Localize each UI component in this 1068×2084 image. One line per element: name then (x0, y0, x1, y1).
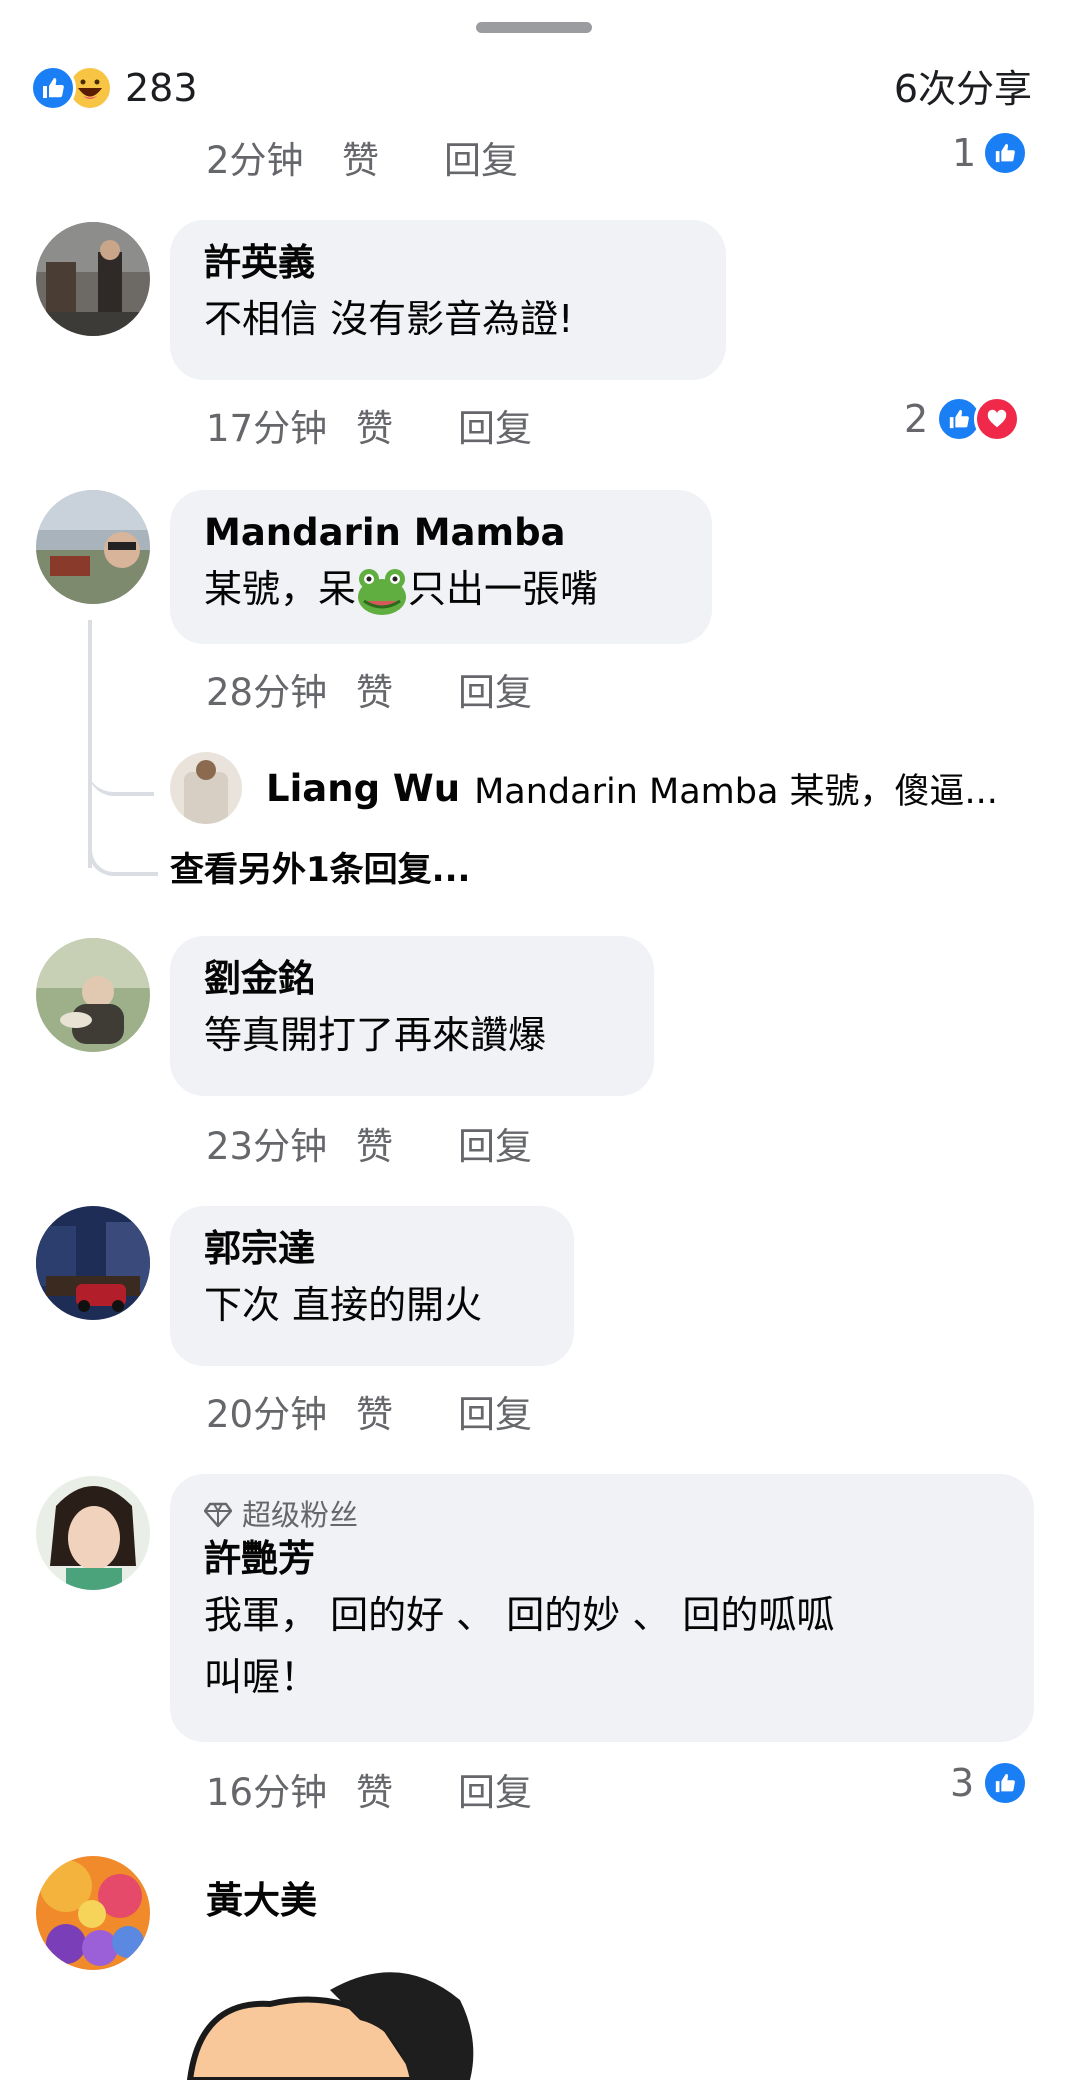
avatar[interactable] (170, 752, 242, 824)
view-more-replies[interactable]: 查看另外1条回复... (170, 842, 470, 891)
share-count[interactable]: 6次分享 (894, 58, 1032, 113)
sticker-image (180, 1960, 500, 2083)
like-button[interactable]: 赞 (356, 398, 458, 452)
comment-meta: 23分钟 赞 回复 (206, 1116, 532, 1170)
avatar[interactable] (36, 1476, 150, 1590)
like-button[interactable]: 赞 (356, 1762, 458, 1816)
drag-handle[interactable] (476, 22, 592, 33)
top-fan-badge: 超级粉丝 (204, 1496, 1000, 1534)
love-icon (974, 396, 1021, 442)
comment-time: 28分钟 (206, 671, 328, 714)
reply-preview[interactable]: Liang Wu Mandarin Mamba 某號，傻逼... (170, 752, 998, 824)
reply-button[interactable]: 回复 (444, 130, 518, 184)
comment-text: 不相信 沒有影音為證! (204, 297, 574, 341)
reply-snippet: Mandarin Mamba 某號，傻逼... (474, 771, 998, 812)
comment-text: 某號，呆 只出一張嘴 (204, 558, 678, 620)
like-icon (982, 1760, 1029, 1806)
comment-author[interactable]: 郭宗達 (204, 1224, 540, 1274)
comment-meta: 17分钟 赞 回复 (206, 398, 532, 452)
reply-button[interactable]: 回复 (458, 1384, 532, 1438)
comment-meta: 2分钟 赞 回复 (206, 130, 518, 184)
comment-text-part: 某號，呆 (204, 567, 357, 611)
reaction-number: 2 (904, 397, 929, 441)
diamond-icon (204, 1502, 232, 1528)
reaction-count: 283 (125, 66, 198, 110)
thread-connector (88, 740, 154, 796)
comment-reactions[interactable]: 1 (952, 130, 1029, 176)
avatar[interactable] (36, 490, 150, 604)
like-icon (30, 65, 76, 111)
like-icon (982, 130, 1029, 176)
comment-meta: 20分钟 赞 回复 (206, 1384, 532, 1438)
thread-connector (88, 820, 158, 876)
comment-bubble[interactable]: Mandarin Mamba 某號，呆 只出一張嘴 (170, 490, 712, 644)
comment-text-line: 叫喔！ (204, 1655, 319, 1699)
like-button[interactable]: 赞 (342, 130, 444, 184)
avatar[interactable] (36, 1206, 150, 1320)
comment-reactions[interactable]: 2 (904, 396, 1021, 442)
comment-time: 16分钟 (206, 1771, 328, 1814)
comment-reactions[interactable]: 3 (950, 1760, 1029, 1806)
frog-emoji (356, 567, 408, 617)
comment-time: 20分钟 (206, 1393, 328, 1436)
comment-bubble[interactable]: 劉金銘 等真開打了再來讚爆 (170, 936, 654, 1096)
badge-label: 超级粉丝 (242, 1498, 359, 1532)
comment-time: 23分钟 (206, 1125, 328, 1168)
comment-meta: 16分钟 赞 回复 (206, 1762, 532, 1816)
reply-button[interactable]: 回复 (458, 662, 532, 716)
reaction-number: 3 (950, 1761, 975, 1805)
comment-text: 下次 直接的開火 (204, 1283, 483, 1327)
reaction-number: 1 (952, 131, 977, 175)
comment-bubble[interactable]: 郭宗達 下次 直接的開火 (170, 1206, 574, 1366)
comment-meta: 28分钟 赞 回复 (206, 662, 532, 716)
comment-author[interactable]: 劉金銘 (204, 954, 620, 1004)
comment-author[interactable]: 許英義 (204, 238, 692, 288)
comment-text-line: 我軍， 回的好 、 回的妙 、 回的呱呱 (204, 1593, 835, 1637)
avatar[interactable] (36, 1856, 150, 1970)
like-button[interactable]: 赞 (356, 1384, 458, 1438)
comment-author[interactable]: 黃大美 (206, 1876, 317, 1926)
reply-button[interactable]: 回复 (458, 1762, 532, 1816)
reply-button[interactable]: 回复 (458, 398, 532, 452)
comment-bubble[interactable]: 超级粉丝 許艷芳 我軍， 回的好 、 回的妙 、 回的呱呱 叫喔！ (170, 1474, 1034, 1742)
like-button[interactable]: 赞 (356, 662, 458, 716)
comment-time: 2分钟 (206, 139, 304, 182)
comment-author[interactable]: 許艷芳 (204, 1534, 1000, 1584)
like-button[interactable]: 赞 (356, 1116, 458, 1170)
reply-author[interactable]: Liang Wu (266, 767, 460, 810)
comment-author[interactable]: Mandarin Mamba (204, 508, 678, 558)
avatar[interactable] (36, 938, 150, 1052)
comment-time: 17分钟 (206, 407, 328, 450)
comment-text-part: 只出一張嘴 (408, 567, 599, 611)
comment-text: 等真開打了再來讚爆 (204, 1013, 547, 1057)
avatar[interactable] (36, 222, 150, 336)
reply-button[interactable]: 回复 (458, 1116, 532, 1170)
reactions-summary[interactable]: 283 (30, 62, 198, 114)
comment-bubble[interactable]: 許英義 不相信 沒有影音為證! (170, 220, 726, 380)
